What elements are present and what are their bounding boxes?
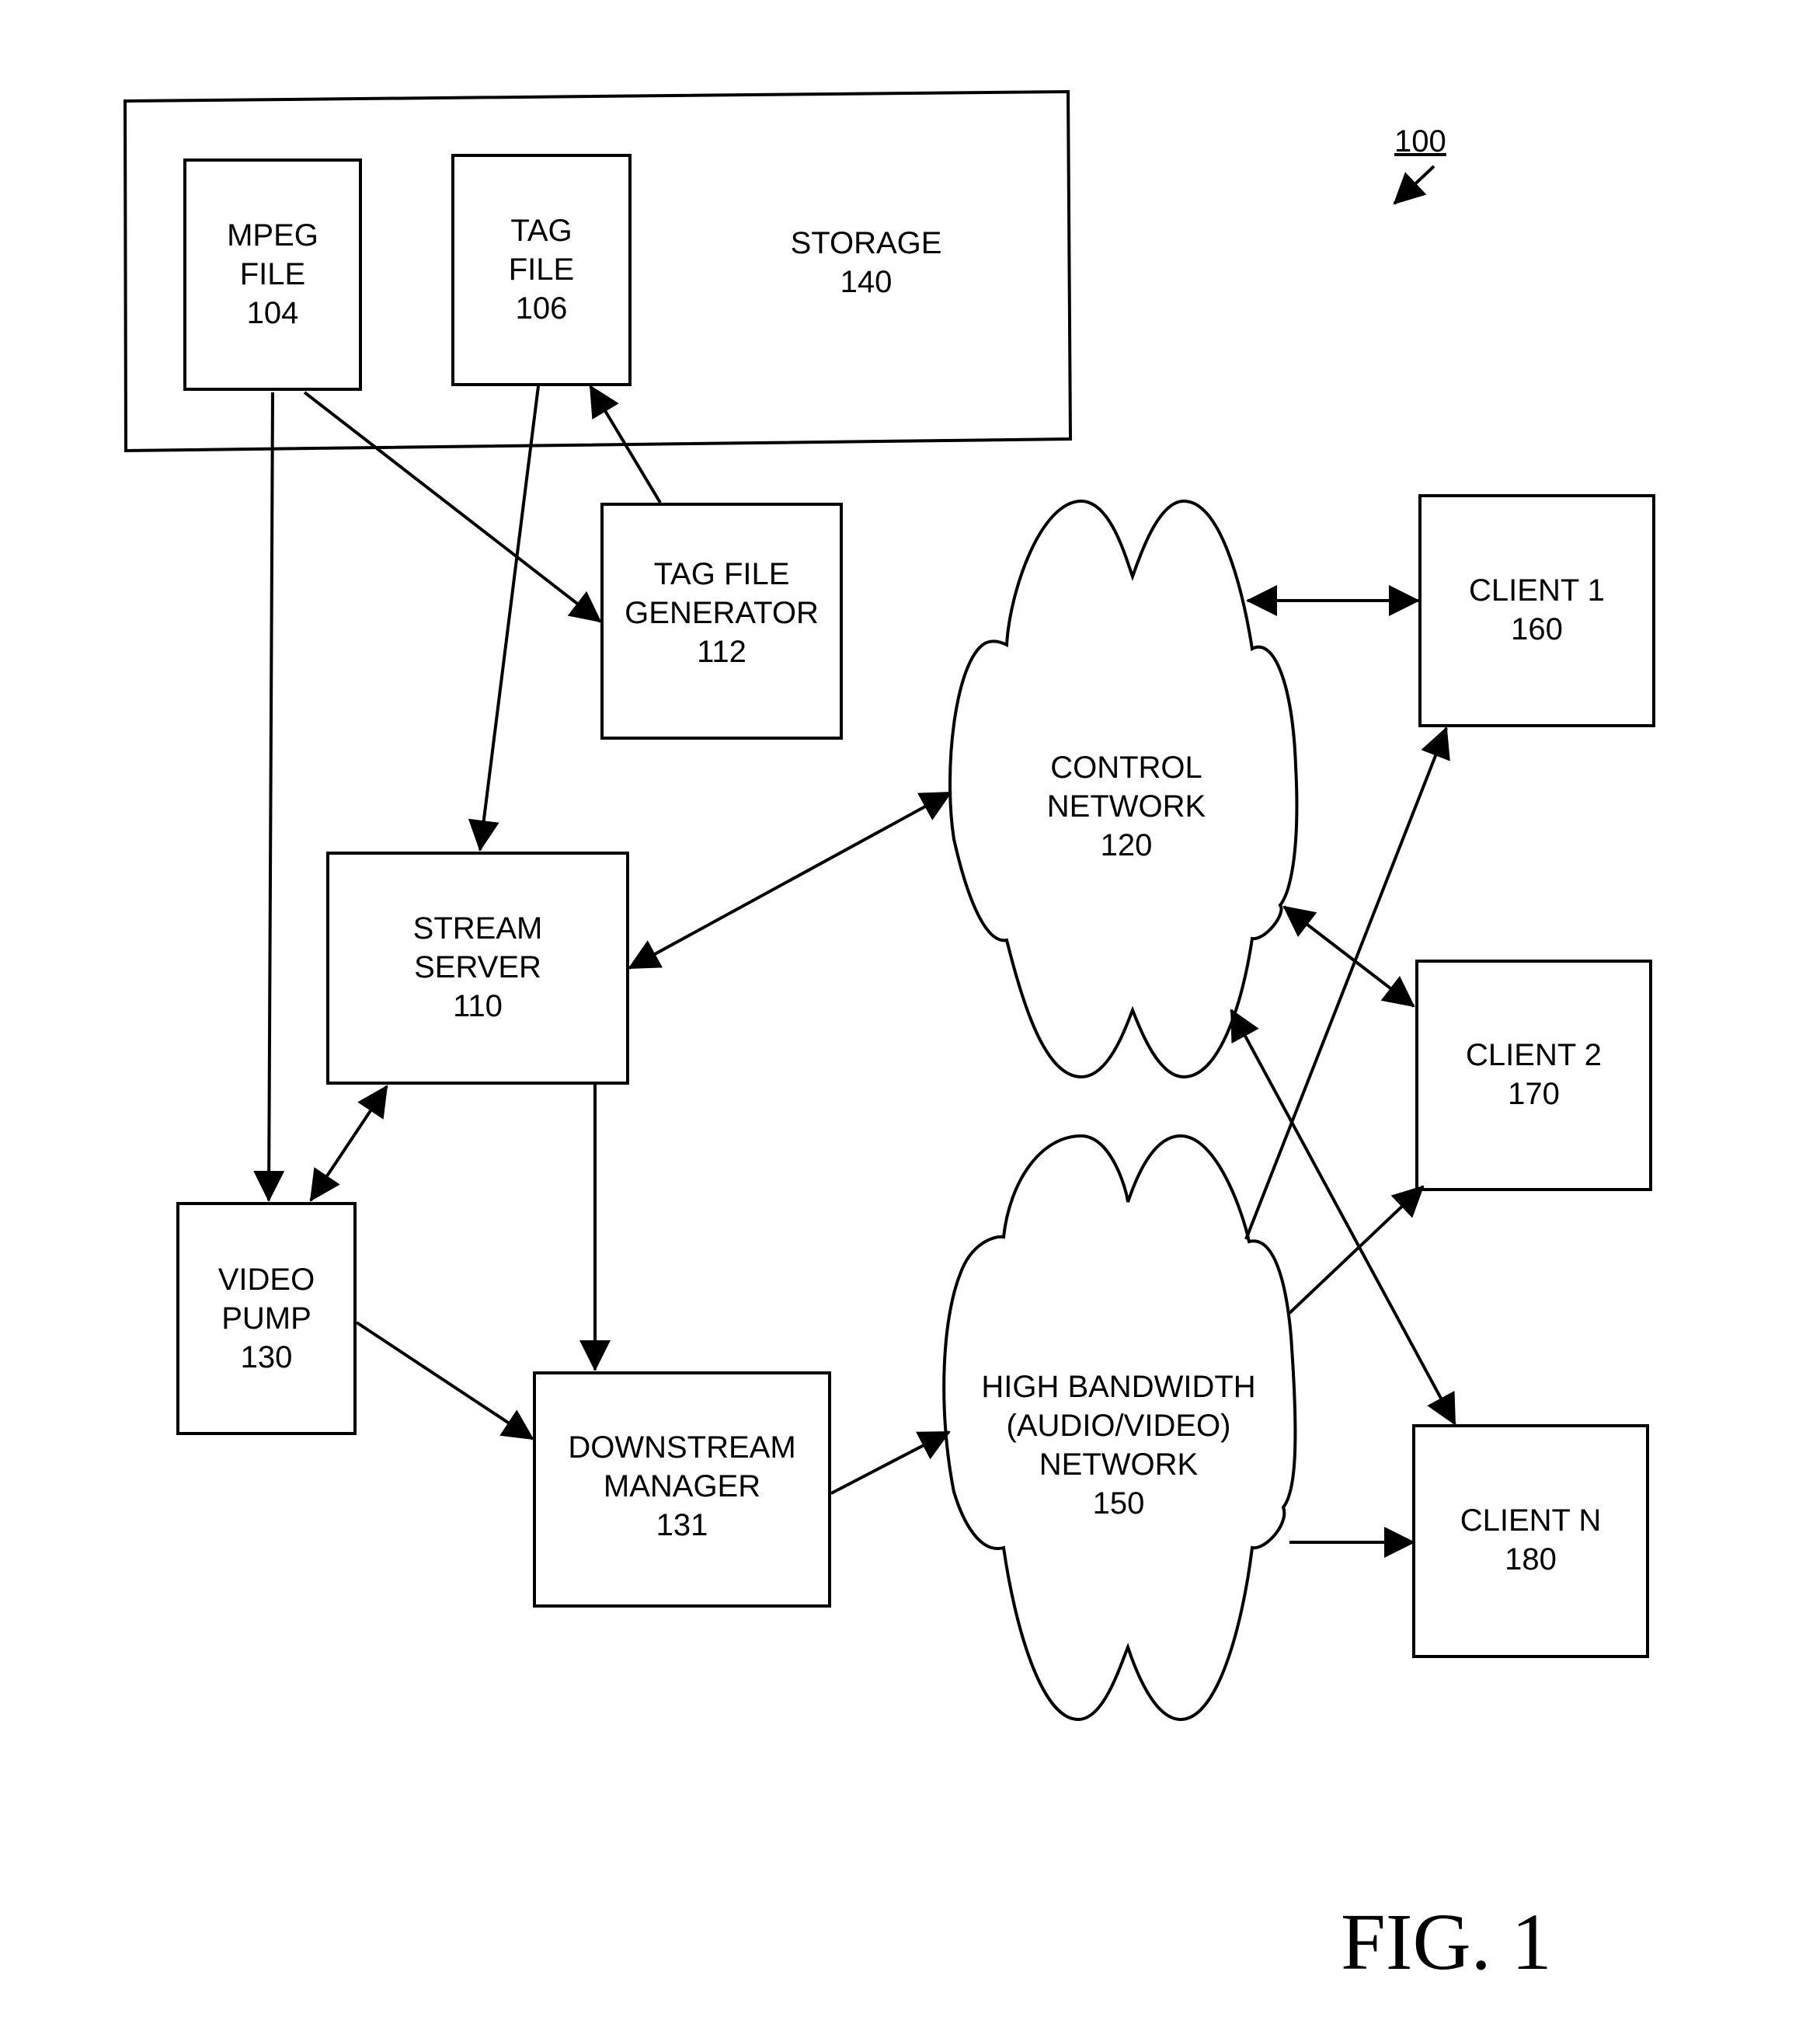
stream-server-label-number: 110 — [453, 989, 503, 1023]
downstream-manager-label-line: MANAGER — [603, 1469, 761, 1503]
client-1-label-line: CLIENT 1 — [1469, 573, 1605, 608]
edge-hb-network-to-client-2 — [1288, 1185, 1425, 1315]
edge-tag-file-to-stream-server — [468, 385, 540, 852]
tag-file-label-line: TAG — [510, 214, 572, 248]
tag-file-generator-label-line: GENERATOR — [625, 596, 819, 630]
mpeg-file-label-line: MPEG — [227, 218, 318, 253]
edge-stream-server-video-pump — [309, 1085, 388, 1202]
control-network-label-line: NETWORK — [1046, 789, 1206, 824]
edge-mpeg-to-tag-generator — [303, 391, 602, 623]
video-pump-label: VIDEO PUMP 130 — [176, 1260, 357, 1377]
client-n-label-line: CLIENT N — [1460, 1503, 1602, 1538]
client-n-label-number: 180 — [1505, 1542, 1557, 1576]
downstream-manager-label-line: DOWNSTREAM — [568, 1430, 796, 1465]
video-pump-label-number: 130 — [240, 1340, 293, 1374]
high-bandwidth-network-label-line: NETWORK — [1039, 1448, 1199, 1482]
edge-mpeg-to-video-pump — [253, 392, 285, 1202]
storage-label: STORAGE 140 — [761, 224, 971, 301]
control-network-label-number: 120 — [1100, 828, 1153, 862]
stream-server-label: STREAM SERVER 110 — [326, 909, 629, 1026]
tag-file-generator-label-number: 112 — [697, 635, 746, 669]
tag-file-generator-label-line: TAG FILE — [653, 557, 790, 591]
tag-file-generator-label: TAG FILE GENERATOR 112 — [600, 555, 843, 671]
client-2-label-line: CLIENT 2 — [1466, 1038, 1602, 1072]
control-network-label-line: CONTROL — [1050, 751, 1202, 785]
edge-video-pump-to-downstream — [355, 1321, 534, 1441]
tag-file-label: TAG FILE 106 — [451, 211, 632, 328]
reference-arrow-100 — [1393, 165, 1435, 205]
high-bandwidth-network-label-line: (AUDIO/VIDEO) — [1006, 1409, 1231, 1443]
downstream-manager-label: DOWNSTREAM MANAGER 131 — [533, 1428, 831, 1545]
mpeg-file-label-line: FILE — [239, 257, 306, 291]
tag-file-label-number: 106 — [515, 291, 568, 326]
high-bandwidth-network-label-line: HIGH BANDWIDTH — [981, 1370, 1256, 1404]
stream-server-label-line: STREAM — [412, 911, 543, 946]
system-reference-number: 100 — [1394, 124, 1446, 159]
client-2-label-number: 170 — [1508, 1077, 1560, 1111]
storage-label-line: STORAGE — [790, 226, 942, 260]
downstream-manager-label-number: 131 — [656, 1508, 708, 1542]
client-2-label: CLIENT 2 170 — [1415, 1036, 1652, 1113]
edge-downstream-to-hb-network — [830, 1430, 951, 1495]
client-1-label: CLIENT 1 160 — [1418, 571, 1655, 649]
storage-label-number: 140 — [840, 265, 893, 299]
client-n-label: CLIENT N 180 — [1412, 1501, 1649, 1579]
video-pump-label-line: VIDEO — [217, 1263, 315, 1297]
video-pump-label-line: PUMP — [221, 1301, 311, 1336]
control-network-label: CONTROL NETWORK 120 — [971, 748, 1282, 865]
edge-control-network-client-2 — [1282, 905, 1415, 1008]
tag-file-label-line: FILE — [508, 253, 575, 287]
high-bandwidth-network-label-number: 150 — [1092, 1486, 1145, 1521]
client-1-label-number: 160 — [1511, 612, 1563, 646]
mpeg-file-label-number: 104 — [246, 296, 299, 330]
stream-server-label-line: SERVER — [414, 950, 541, 984]
edge-stream-server-control-network — [628, 791, 952, 970]
figure-caption: FIG. 1 — [1341, 1897, 1552, 1987]
high-bandwidth-network-label: HIGH BANDWIDTH (AUDIO/VIDEO) NETWORK 150 — [963, 1367, 1274, 1523]
mpeg-file-label: MPEG FILE 104 — [183, 216, 362, 333]
